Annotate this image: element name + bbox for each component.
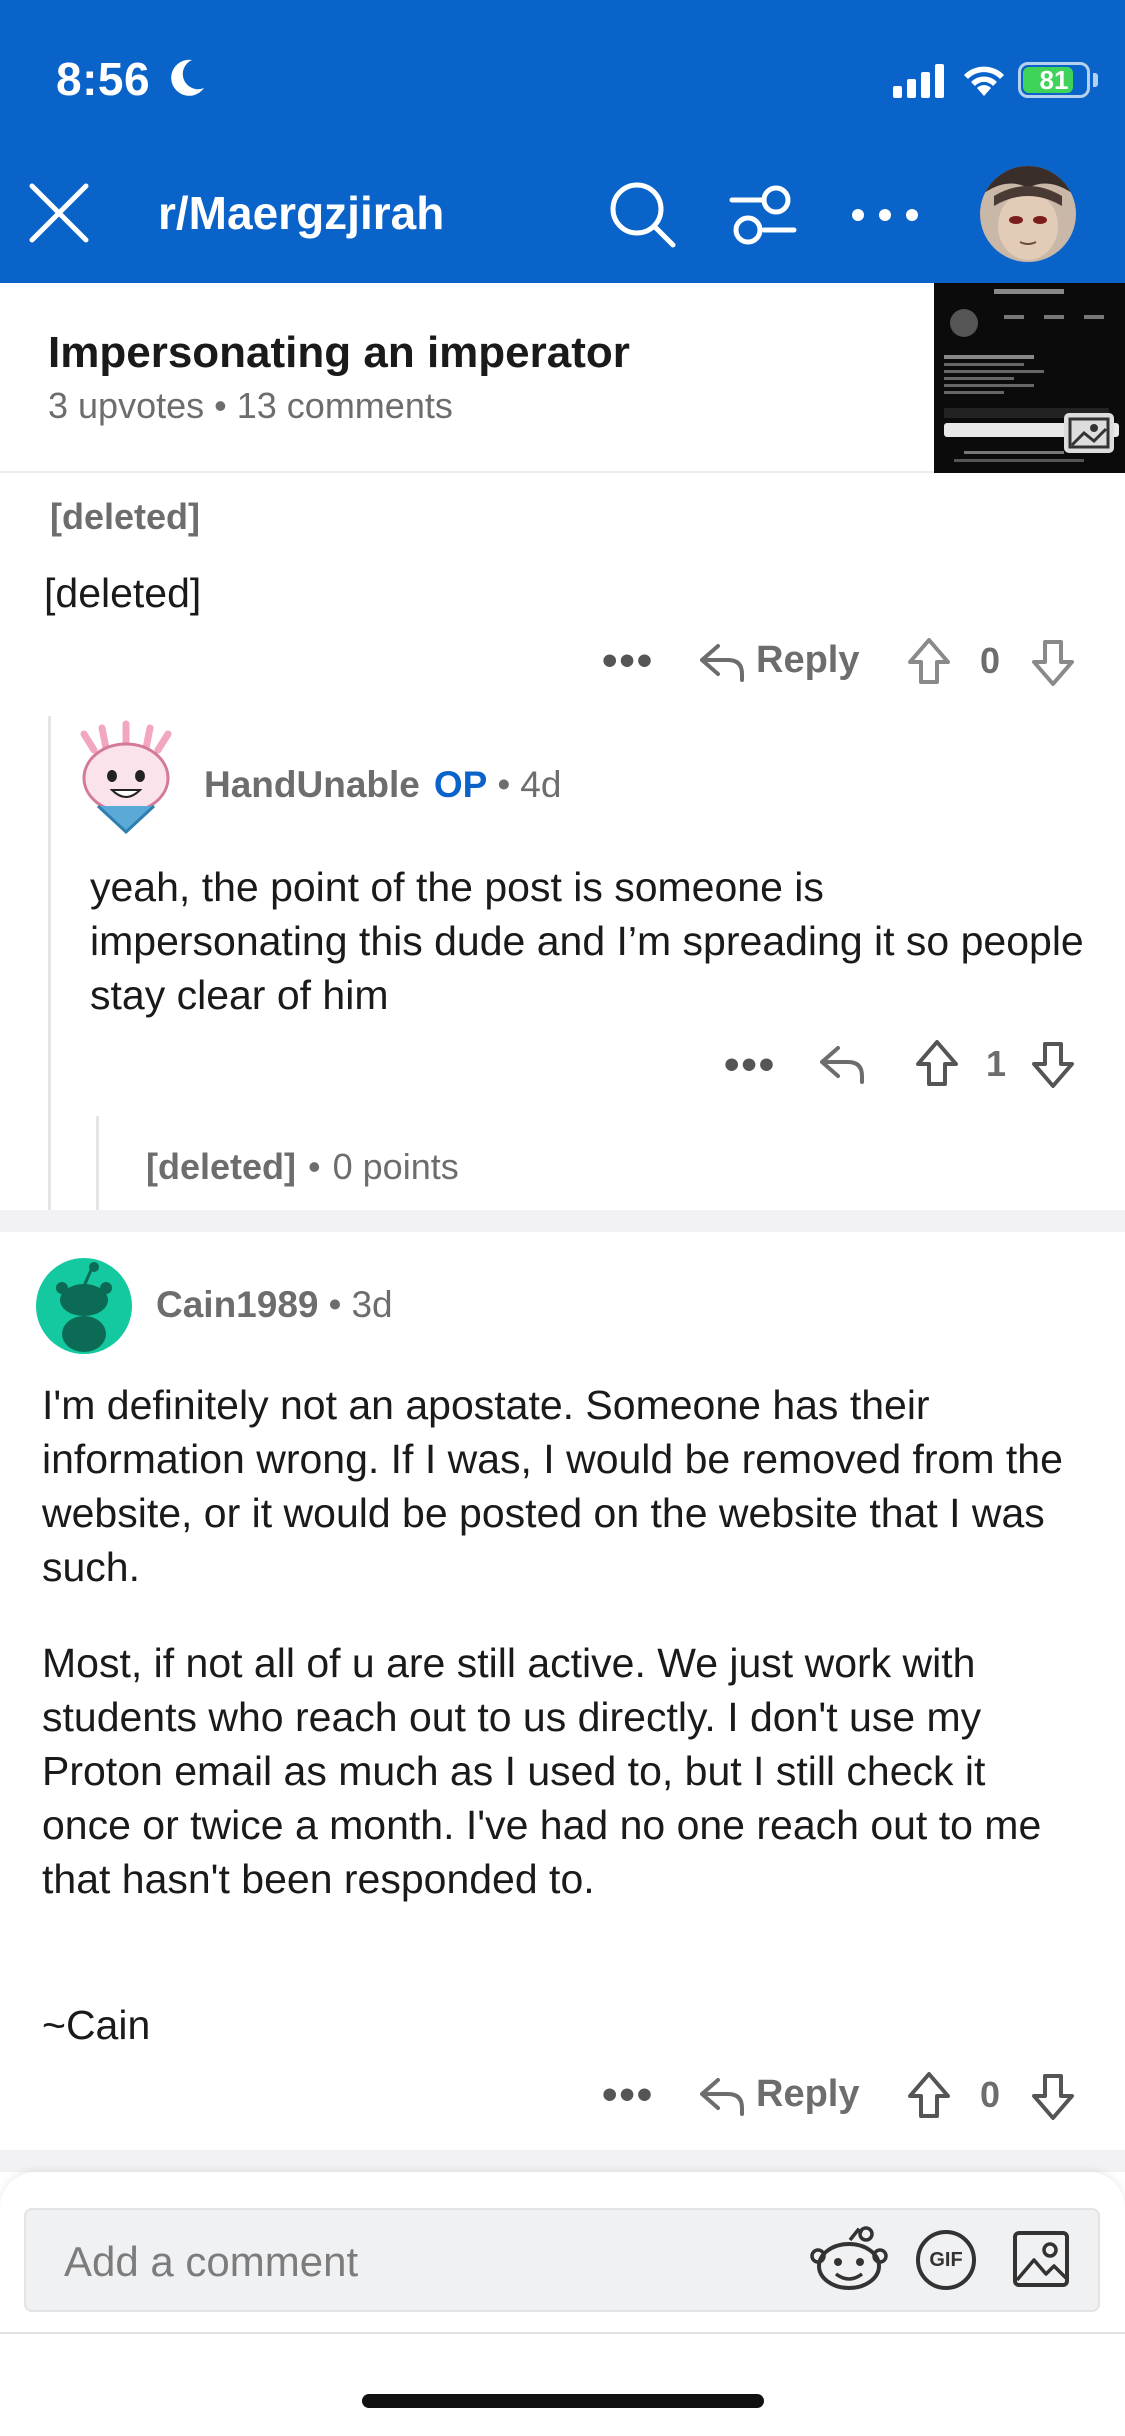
meta-separator: • — [328, 1284, 342, 1325]
comment-more-button[interactable]: ••• — [602, 2070, 654, 2120]
close-icon[interactable] — [26, 180, 92, 246]
reply-icon[interactable] — [698, 2074, 746, 2118]
post-title[interactable]: Impersonating an imperator — [48, 328, 630, 378]
battery-indicator: 81 — [1018, 62, 1090, 98]
comment-body: yeah, the point of the post is someone i… — [90, 864, 1084, 1018]
thread-line-nested[interactable] — [96, 1116, 99, 1212]
thread-line[interactable] — [48, 716, 51, 1210]
comment-points: 0 points — [332, 1146, 459, 1187]
comment-divider — [0, 1210, 1125, 1232]
comment-age: 3d — [351, 1284, 393, 1325]
reply-button[interactable]: Reply — [756, 2073, 859, 2116]
author-name[interactable]: Cain1989 — [156, 1284, 319, 1326]
thumbnail-screenshot-icon — [934, 283, 1125, 473]
search-icon[interactable] — [606, 178, 678, 250]
comment-body: [deleted] — [44, 570, 202, 616]
vote-score: 0 — [980, 640, 1001, 681]
vote-score: 1 — [986, 1043, 1007, 1084]
avatar-snoo-icon[interactable] — [36, 1258, 132, 1354]
vote-score: 0 — [980, 2074, 1001, 2115]
comment-more-button[interactable]: ••• — [602, 636, 654, 686]
avatar-axolotl-icon[interactable] — [74, 720, 178, 836]
comment-author: [deleted] — [146, 1146, 297, 1187]
image-upload-icon[interactable] — [1012, 2230, 1070, 2288]
downvote-arrow-icon[interactable] — [1030, 2072, 1076, 2122]
post-meta: 3 upvotes • 13 comments — [48, 385, 453, 427]
battery-tip — [1093, 73, 1098, 87]
upvote-arrow-icon[interactable] — [906, 636, 952, 686]
comment-actions: ••• — [724, 1040, 776, 1090]
snoo-emoji-icon[interactable] — [810, 2224, 888, 2298]
post-thumbnail[interactable] — [934, 283, 1125, 473]
filter-icon[interactable] — [728, 184, 798, 248]
downvote-arrow-icon[interactable] — [1030, 1040, 1076, 1090]
meta-separator: • — [214, 385, 237, 426]
reply-icon[interactable] — [698, 640, 746, 684]
status-time: 8:56 — [56, 53, 151, 105]
reply-button[interactable]: Reply — [756, 639, 859, 682]
upvote-arrow-icon[interactable] — [906, 2070, 952, 2120]
wifi-icon — [964, 66, 1004, 96]
gif-label: GIF — [929, 2248, 963, 2271]
upvote-count: 3 upvotes — [48, 385, 205, 426]
comment-deleted-collapsed[interactable]: [deleted] • 0 points — [146, 1146, 459, 1188]
moon-icon — [171, 59, 204, 96]
comment-paragraph: Most, if not all of u are still active. … — [42, 1640, 1042, 1902]
upvote-arrow-icon[interactable] — [914, 1038, 960, 1088]
subreddit-title[interactable]: r/Maergzjirah — [158, 186, 444, 240]
reply-icon[interactable] — [818, 1042, 866, 1086]
user-avatar[interactable] — [980, 166, 1076, 262]
comment-actions: ••• — [602, 2070, 654, 2120]
comment-age: 4d — [520, 764, 562, 805]
meta-separator: • — [308, 1146, 321, 1187]
comment-count: 13 comments — [236, 385, 453, 426]
downvote-arrow-icon[interactable] — [1030, 638, 1076, 688]
comment-signoff: ~Cain — [42, 2002, 151, 2048]
comment-placeholder: Add a comment — [64, 2238, 359, 2285]
comment-composer: Add a comment GIF — [0, 2172, 1125, 2436]
battery-level: 81 — [1039, 64, 1069, 95]
post-header[interactable]: Impersonating an imperator 3 upvotes • 1… — [0, 283, 1125, 473]
home-indicator[interactable] — [362, 2394, 764, 2408]
comment-author: HandUnable OP • 4d — [204, 764, 561, 806]
op-badge: OP — [433, 764, 488, 805]
comment-divider — [0, 2150, 1125, 2172]
comment-author: Cain1989 • 3d — [156, 1284, 393, 1326]
meta-separator: • — [497, 764, 511, 805]
comment-paragraph: I'm definitely not an apostate. Someone … — [42, 1382, 1063, 1590]
comment-actions: ••• — [602, 636, 654, 686]
more-options-icon[interactable] — [850, 200, 920, 230]
signal-icon — [893, 64, 944, 98]
author-name[interactable]: HandUnable — [204, 764, 420, 806]
composer-divider — [0, 2332, 1125, 2334]
app-header: 8:56 81 r/Maergzjirah — [0, 0, 1125, 283]
comment-more-button[interactable]: ••• — [724, 1040, 776, 1090]
gif-button[interactable]: GIF — [916, 2230, 976, 2290]
comment-author[interactable]: [deleted] — [50, 496, 200, 538]
